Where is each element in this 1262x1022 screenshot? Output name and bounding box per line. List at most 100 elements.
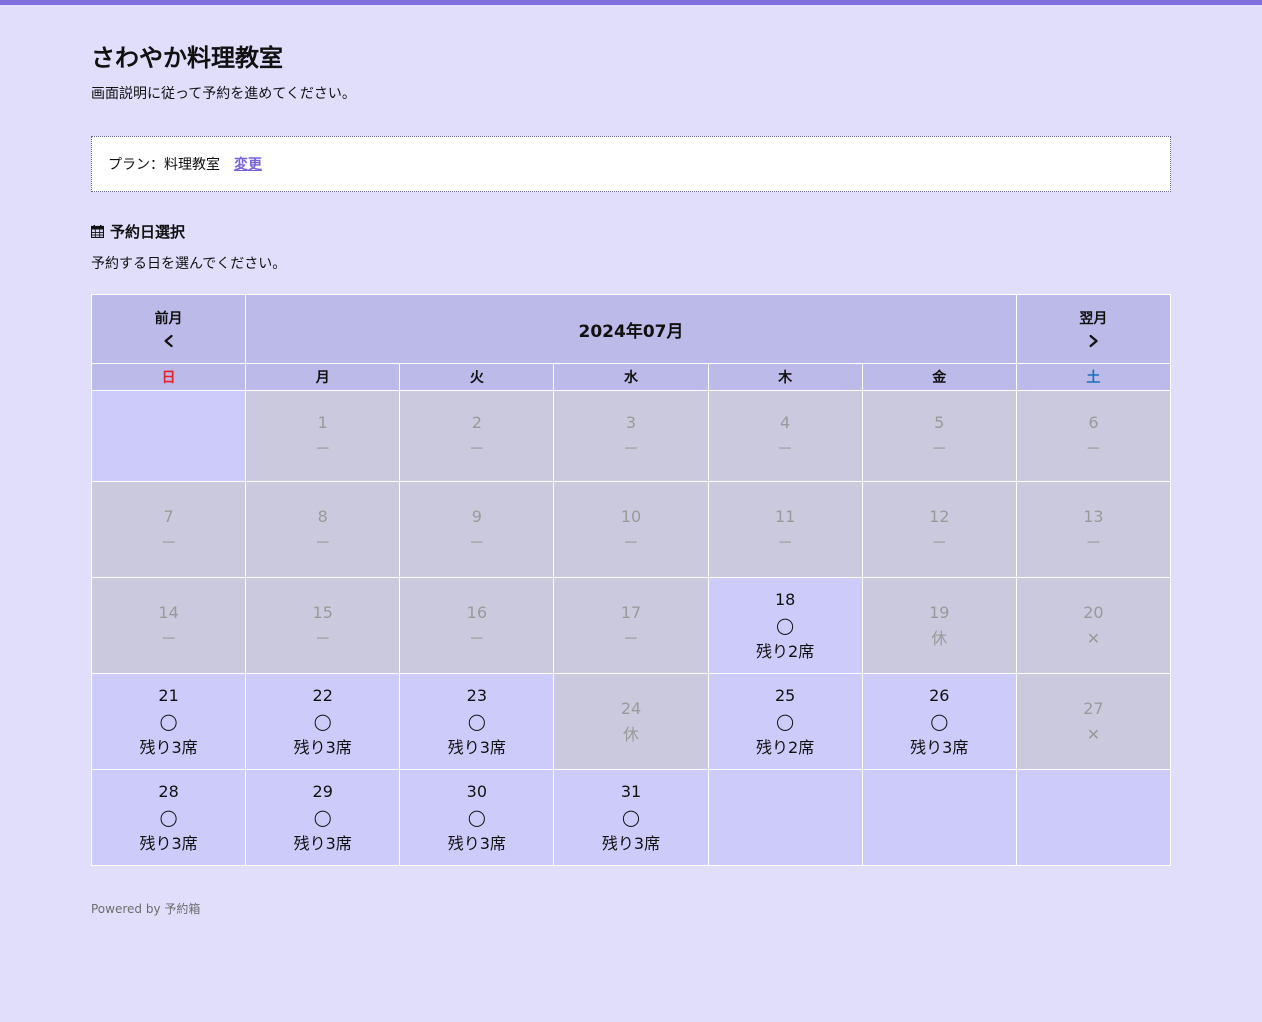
weekday-wed: 水 <box>553 363 709 391</box>
day-number: 15 <box>312 602 333 622</box>
footer-powered-by: Powered by 予約箱 <box>91 902 201 916</box>
chevron-left-icon <box>164 334 173 348</box>
section-heading: 予約日選択 <box>91 220 1171 242</box>
day-number: 25 <box>774 685 796 705</box>
calendar-day-28[interactable]: 28 ◯ 残り3席 <box>90 769 247 866</box>
day-number: 28 <box>158 781 179 801</box>
calendar-week-row: 14 － 15 － 16 － 17 － 18 ◯ 残り2席 19 休 20 ✕ <box>90 577 1172 674</box>
plan-box: プラン：料理教室 変更 <box>91 136 1171 192</box>
availability-status: － <box>777 532 794 552</box>
availability-status: － <box>1085 439 1102 458</box>
availability-status: ◯ <box>930 711 949 731</box>
remaining-seats: 残り2席 <box>756 737 815 757</box>
remaining-seats: 残り3席 <box>447 833 506 853</box>
day-number: 7 <box>163 506 174 526</box>
day-number: 9 <box>471 506 482 526</box>
availability-status: － <box>314 532 331 552</box>
next-month-label: 翌月 <box>1079 311 1108 327</box>
day-number: 12 <box>929 506 950 526</box>
calendar-week-row: 7 － 8 － 9 － 10 － 11 － 12 － 13 － <box>90 481 1172 578</box>
calendar-day-25[interactable]: 25 ◯ 残り2席 <box>707 673 863 770</box>
availability-status: ◯ <box>622 807 640 827</box>
top-accent-bar <box>0 0 1262 5</box>
day-number: 17 <box>620 602 642 622</box>
current-month: 2024年07月 <box>245 294 1017 364</box>
weekday-mon: 月 <box>245 363 401 391</box>
calendar-day-13: 13 － <box>1015 481 1172 578</box>
calendar-empty-cell <box>861 769 1017 866</box>
calendar-day-19: 19 休 <box>861 577 1017 674</box>
availability-status: ✕ <box>1086 628 1101 648</box>
calendar-day-14: 14 － <box>90 577 247 674</box>
availability-status: ◯ <box>467 807 486 827</box>
chevron-right-icon <box>1089 334 1098 348</box>
availability-status: ◯ <box>313 711 332 731</box>
availability-status: ◯ <box>159 807 178 827</box>
day-number: 3 <box>625 413 637 432</box>
day-number: 5 <box>934 413 945 432</box>
remaining-seats: 残り3席 <box>139 737 198 757</box>
availability-status: － <box>314 628 331 648</box>
calendar-day-30[interactable]: 30 ◯ 残り3席 <box>399 769 555 866</box>
availability-status: － <box>314 439 331 458</box>
day-number: 29 <box>312 781 333 801</box>
calendar-day-10: 10 － <box>553 481 709 578</box>
weekday-sun: 日 <box>90 363 247 391</box>
plan-change-link[interactable]: 変更 <box>234 154 262 174</box>
calendar-day-21[interactable]: 21 ◯ 残り3席 <box>90 673 247 770</box>
calendar-week-row: 28 ◯ 残り3席 29 ◯ 残り3席 30 ◯ 残り3席 31 ◯ 残り3席 <box>90 769 1172 866</box>
day-number: 26 <box>929 685 950 705</box>
availability-status: ✕ <box>1086 724 1101 744</box>
calendar-day-18[interactable]: 18 ◯ 残り2席 <box>707 577 863 674</box>
calendar-day-15: 15 － <box>245 577 401 674</box>
calendar-day-27: 27 ✕ <box>1015 673 1172 770</box>
availability-status: － <box>931 532 948 552</box>
weekday-thu: 木 <box>707 363 863 391</box>
availability-status: － <box>160 628 177 648</box>
calendar-day-31[interactable]: 31 ◯ 残り3席 <box>553 769 709 866</box>
day-number: 19 <box>929 602 950 622</box>
calendar-day-22[interactable]: 22 ◯ 残り3席 <box>245 673 401 770</box>
calendar-table: 前月 2024年07月 翌月 日 月 火 水 木 金 土 1 － 2 － 3 －… <box>90 294 1172 866</box>
section-heading-text: 予約日選択 <box>110 222 186 241</box>
calendar-day-26[interactable]: 26 ◯ 残り3席 <box>861 673 1017 770</box>
remaining-seats: 残り3席 <box>447 737 506 757</box>
availability-status: － <box>931 439 948 458</box>
calendar-day-11: 11 － <box>707 481 863 578</box>
day-number: 16 <box>466 602 488 622</box>
prev-month-button[interactable]: 前月 <box>90 294 247 364</box>
calendar-day-8: 8 － <box>245 481 401 578</box>
calendar-day-20: 20 ✕ <box>1015 577 1172 674</box>
day-number: 11 <box>774 506 796 526</box>
next-month-button[interactable]: 翌月 <box>1015 294 1172 364</box>
calendar-week-row: 21 ◯ 残り3席 22 ◯ 残り3席 23 ◯ 残り3席 24 休 25 ◯ 残り2席 26 ◯ 残り3席 27… <box>90 673 1172 770</box>
day-number: 30 <box>466 781 488 801</box>
day-number: 2 <box>471 413 482 432</box>
section-description: 予約する日を選んでください。 <box>91 256 287 272</box>
calendar-day-23[interactable]: 23 ◯ 残り3席 <box>399 673 555 770</box>
remaining-seats: 残り3席 <box>139 833 198 853</box>
weekday-fri: 金 <box>861 363 1017 391</box>
day-number: 27 <box>1083 698 1104 718</box>
day-number: 4 <box>780 413 791 432</box>
day-number: 23 <box>466 685 488 705</box>
availability-status: 休 <box>622 724 639 744</box>
remaining-seats: 残り3席 <box>293 833 352 853</box>
availability-status: － <box>622 532 639 552</box>
page-subtitle: 画面説明に従って予約を進めてください。 <box>91 86 356 102</box>
calendar-day-29[interactable]: 29 ◯ 残り3席 <box>245 769 401 866</box>
plan-text: プラン：料理教室 <box>108 157 220 173</box>
availability-status: － <box>622 628 639 648</box>
day-number: 20 <box>1083 602 1104 622</box>
day-number: 18 <box>774 589 796 609</box>
weekday-tue: 火 <box>399 363 555 391</box>
calendar-day-1: 1 － <box>245 390 401 482</box>
calendar-day-6: 6 － <box>1015 390 1172 482</box>
remaining-seats: 残り3席 <box>601 833 661 853</box>
availability-status: 休 <box>931 628 948 648</box>
page-title: さわやか料理教室 <box>91 44 283 72</box>
prev-month-label: 前月 <box>154 311 183 327</box>
calendar-day-7: 7 － <box>90 481 247 578</box>
calendar-day-24: 24 休 <box>553 673 709 770</box>
availability-status: ◯ <box>159 711 178 731</box>
